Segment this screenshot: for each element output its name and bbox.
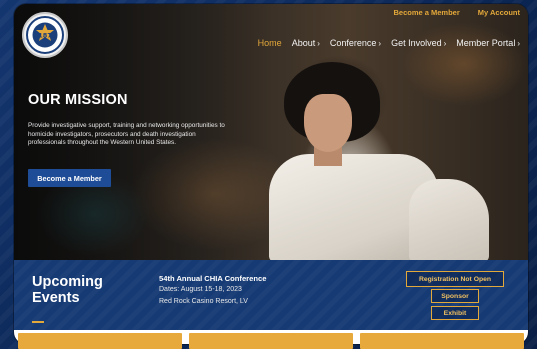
feature-card[interactable] bbox=[189, 333, 353, 349]
utility-links: Become a Member My Account bbox=[393, 8, 520, 17]
upcoming-events-section: Upcoming Events 54th Annual CHIA Confere… bbox=[14, 260, 528, 330]
feature-card[interactable] bbox=[360, 333, 524, 349]
chevron-right-icon: › bbox=[317, 39, 320, 48]
conference-venue: Red Rock Casino Resort, LV bbox=[159, 298, 248, 305]
nav-item-label: Conference bbox=[329, 38, 377, 48]
nav-item-label: About bbox=[291, 38, 316, 48]
badge-187-seal-icon: 187 bbox=[26, 16, 64, 54]
hero-person-face bbox=[304, 94, 352, 152]
chevron-right-icon: › bbox=[517, 39, 520, 48]
feature-card[interactable] bbox=[18, 333, 182, 349]
registration-button[interactable]: Registration Not Open bbox=[406, 271, 504, 287]
conference-dates: Dates: August 15-18, 2023 bbox=[159, 286, 242, 293]
site-logo[interactable]: 187 bbox=[22, 12, 68, 58]
become-member-button[interactable]: Become a Member bbox=[28, 169, 111, 187]
main-nav: Home About › Conference › Get Involved › Me… bbox=[258, 38, 520, 48]
nav-item-get-involved[interactable]: Get Involved › bbox=[391, 38, 446, 48]
nav-item-label: Member Portal bbox=[456, 38, 516, 48]
chevron-right-icon: › bbox=[443, 39, 447, 48]
sponsor-button[interactable]: Sponsor bbox=[431, 289, 479, 303]
conference-title[interactable]: 54th Annual CHIA Conference bbox=[159, 274, 266, 283]
exhibit-button[interactable]: Exhibit bbox=[431, 306, 479, 320]
nav-item-about[interactable]: About › bbox=[292, 38, 320, 48]
logo-number: 187 bbox=[38, 32, 52, 40]
hero-person-arm bbox=[409, 179, 489, 262]
nav-item-conference[interactable]: Conference › bbox=[330, 38, 381, 48]
website-frame: 187 Become a Member My Account Home Abou… bbox=[14, 4, 528, 344]
nav-item-home[interactable]: Home bbox=[258, 38, 282, 48]
utility-become-member-link[interactable]: Become a Member bbox=[393, 8, 459, 17]
nav-item-label: Get Involved bbox=[391, 38, 442, 48]
mission-text: Provide investigative support, training … bbox=[28, 122, 225, 147]
chevron-right-icon: › bbox=[378, 39, 382, 48]
utility-my-account-link[interactable]: My Account bbox=[478, 8, 520, 17]
nav-item-label: Home bbox=[257, 38, 282, 48]
upcoming-events-title: Upcoming Events bbox=[32, 274, 103, 306]
mission-title: OUR MISSION bbox=[28, 92, 128, 108]
nav-item-member-portal[interactable]: Member Portal › bbox=[456, 38, 520, 48]
title-underline bbox=[32, 321, 44, 323]
